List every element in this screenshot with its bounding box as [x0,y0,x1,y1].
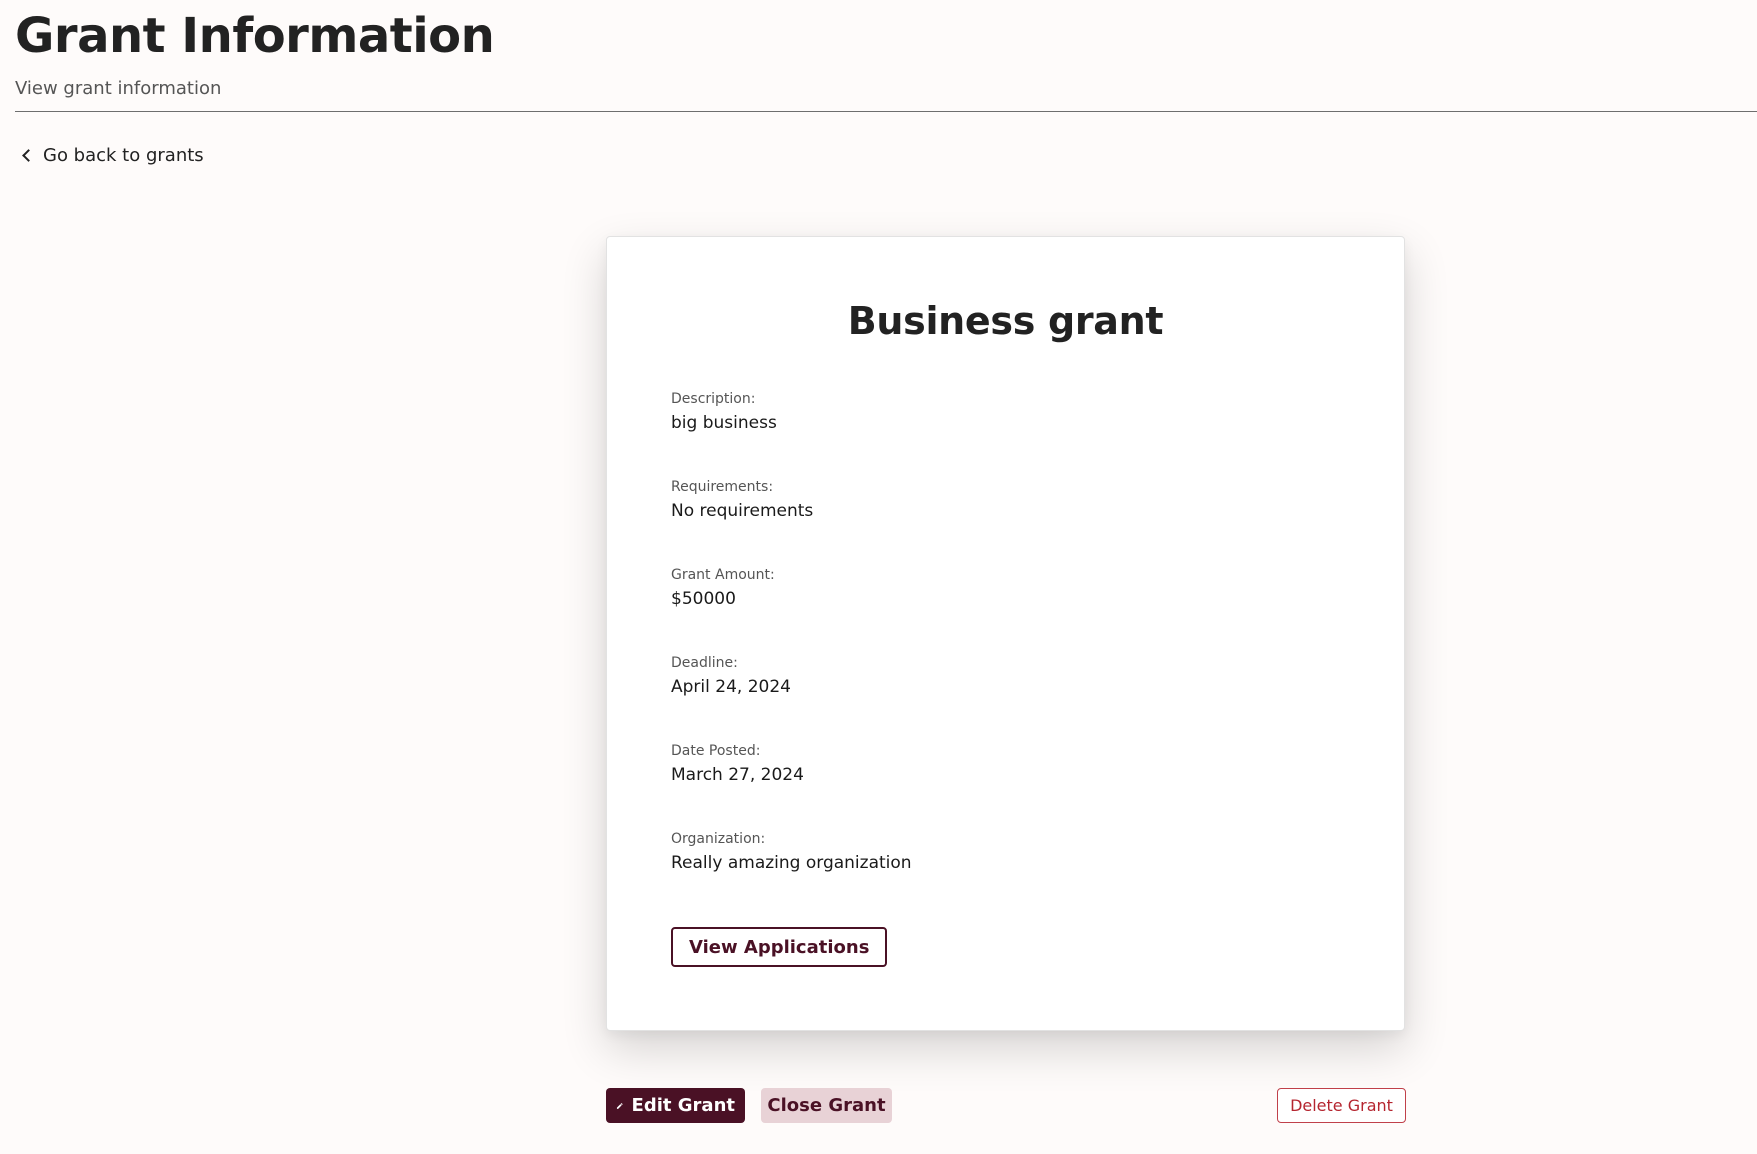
field-label: Requirements: [671,479,774,495]
pencil-icon [616,1102,623,1109]
field-value: April 24, 2024 [671,677,791,697]
requirements-field: Requirements: No requirements [671,479,813,521]
back-link-label: Go back to grants [43,145,204,166]
field-value: March 27, 2024 [671,765,804,785]
grant-title: Business grant [847,299,1164,343]
description-field: Description: big business [671,391,777,433]
edit-grant-label: Edit Grant [631,1095,735,1116]
page-title: Grant Information [15,8,495,64]
field-value: big business [671,413,777,433]
delete-grant-button[interactable]: Delete Grant [1277,1088,1406,1123]
organization-field: Organization: Really amazing organizatio… [671,831,912,873]
field-label: Date Posted: [671,743,761,759]
field-label: Description: [671,391,756,407]
close-grant-button[interactable]: Close Grant [761,1088,892,1123]
field-label: Grant Amount: [671,567,775,583]
date-posted-field: Date Posted: March 27, 2024 [671,743,804,785]
field-value: $50000 [671,589,736,609]
back-to-grants-link[interactable]: Go back to grants [20,145,204,166]
page-subtitle: View grant information [15,78,222,99]
grant-amount-field: Grant Amount: $50000 [671,567,775,609]
deadline-field: Deadline: April 24, 2024 [671,655,791,697]
view-applications-button[interactable]: View Applications [671,927,888,967]
field-label: Organization: [671,831,766,847]
field-label: Deadline: [671,655,738,671]
grant-card: Business grant Description: big business… [606,236,1405,1031]
page-header: Grant Information View grant information [15,0,1757,112]
field-value: No requirements [671,501,814,521]
chevron-left-icon [22,149,35,162]
edit-grant-button[interactable]: Edit Grant [606,1088,745,1123]
field-value: Really amazing organization [671,853,912,873]
